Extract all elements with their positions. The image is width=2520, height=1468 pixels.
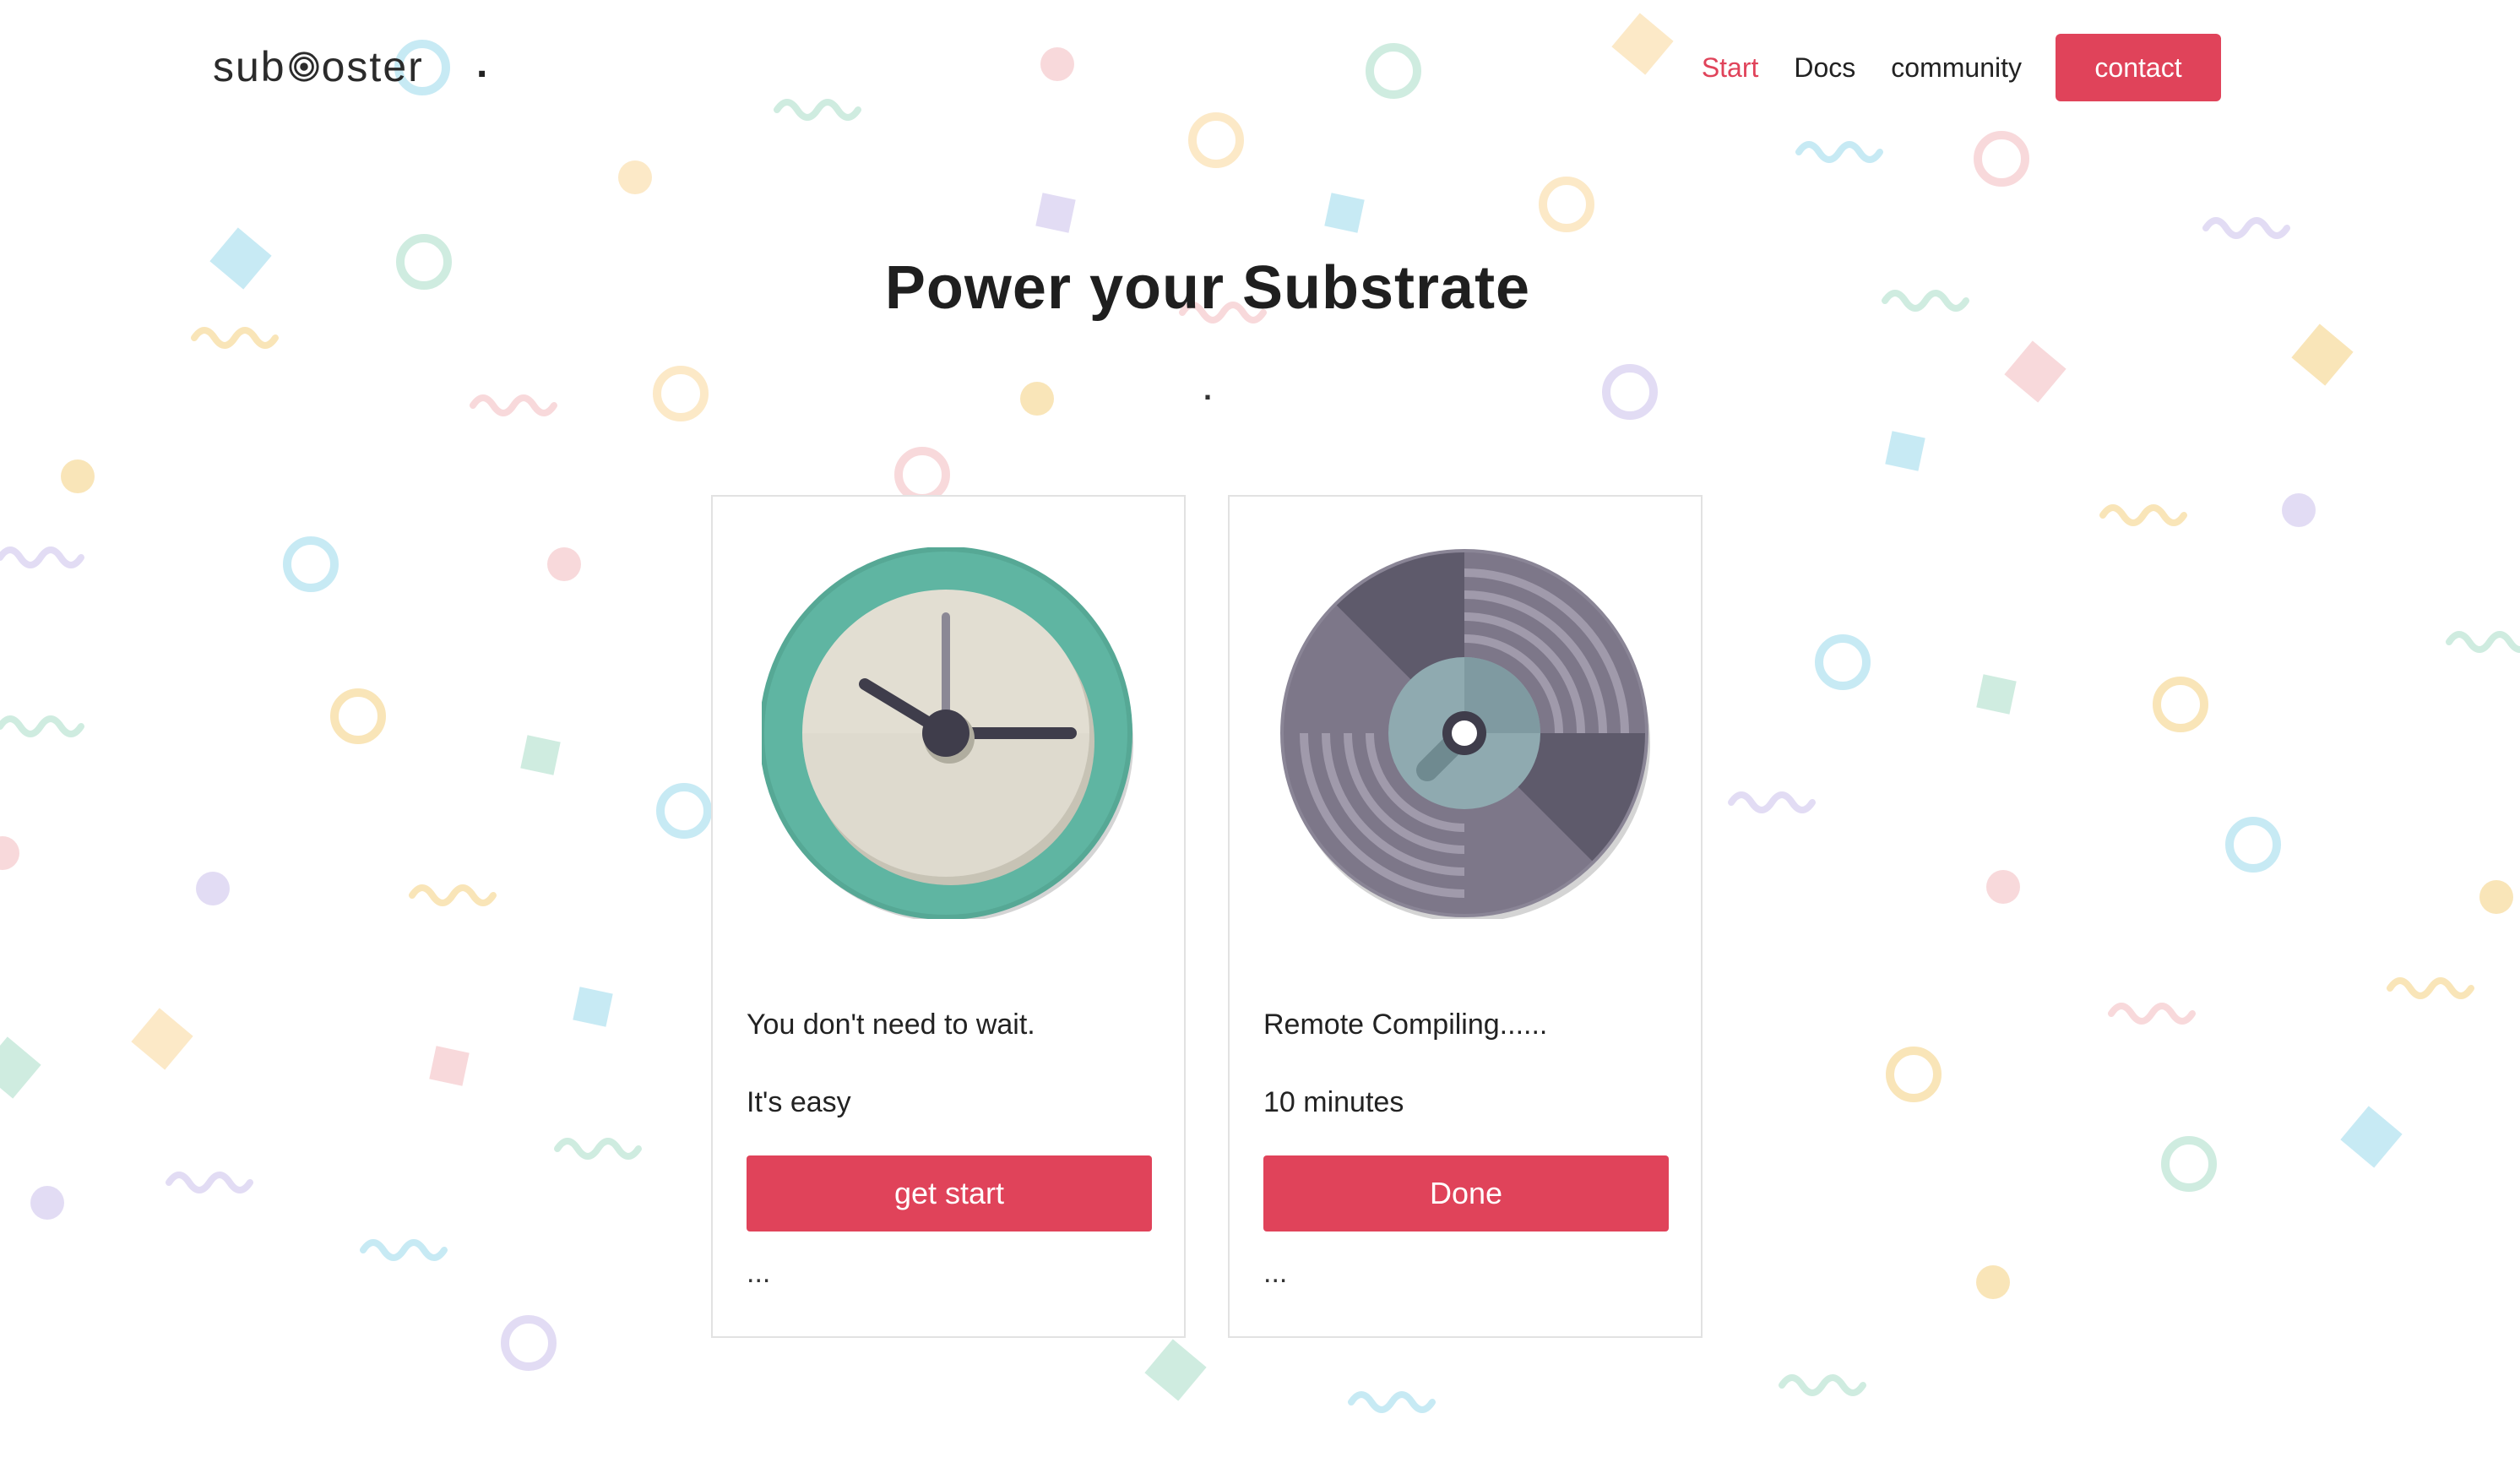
card-line-1: You don't need to wait. bbox=[747, 1009, 1035, 1041]
logo-text-right: oster bbox=[321, 43, 424, 90]
vinyl-record-icon bbox=[1280, 549, 1650, 919]
logo-dot: . bbox=[476, 41, 488, 86]
nav-start[interactable]: Start bbox=[1702, 52, 1759, 84]
done-button[interactable]: Done bbox=[1263, 1155, 1669, 1231]
logo-text-left: sub bbox=[213, 43, 286, 90]
card-more-text: ... bbox=[1263, 1257, 1288, 1289]
contact-button[interactable]: contact bbox=[2056, 34, 2221, 101]
card-line-2: 10 minutes bbox=[1263, 1086, 1404, 1118]
page: sub oster . Start Docs community contact… bbox=[0, 0, 2520, 1468]
card-line-1: Remote Compiling...... bbox=[1263, 1009, 1548, 1041]
page-title: Power your Substrate bbox=[884, 254, 1531, 322]
get-start-button[interactable]: get start bbox=[747, 1155, 1152, 1231]
nav-community[interactable]: community bbox=[1891, 52, 2022, 84]
page-subtitle: . bbox=[1203, 372, 1212, 406]
logo-swirl-icon bbox=[289, 52, 319, 82]
card-more-text: ... bbox=[747, 1257, 771, 1289]
nav-docs[interactable]: Docs bbox=[1794, 52, 1855, 84]
feature-card-clock: You don't need to wait. It's easy get st… bbox=[711, 495, 1186, 1338]
clock-icon bbox=[762, 547, 1133, 919]
feature-card-compile: Remote Compiling...... 10 minutes Done .… bbox=[1228, 495, 1703, 1338]
card-line-2: It's easy bbox=[747, 1086, 851, 1118]
top-nav: Start Docs community contact bbox=[1666, 34, 2221, 101]
logo[interactable]: sub oster bbox=[213, 37, 424, 96]
